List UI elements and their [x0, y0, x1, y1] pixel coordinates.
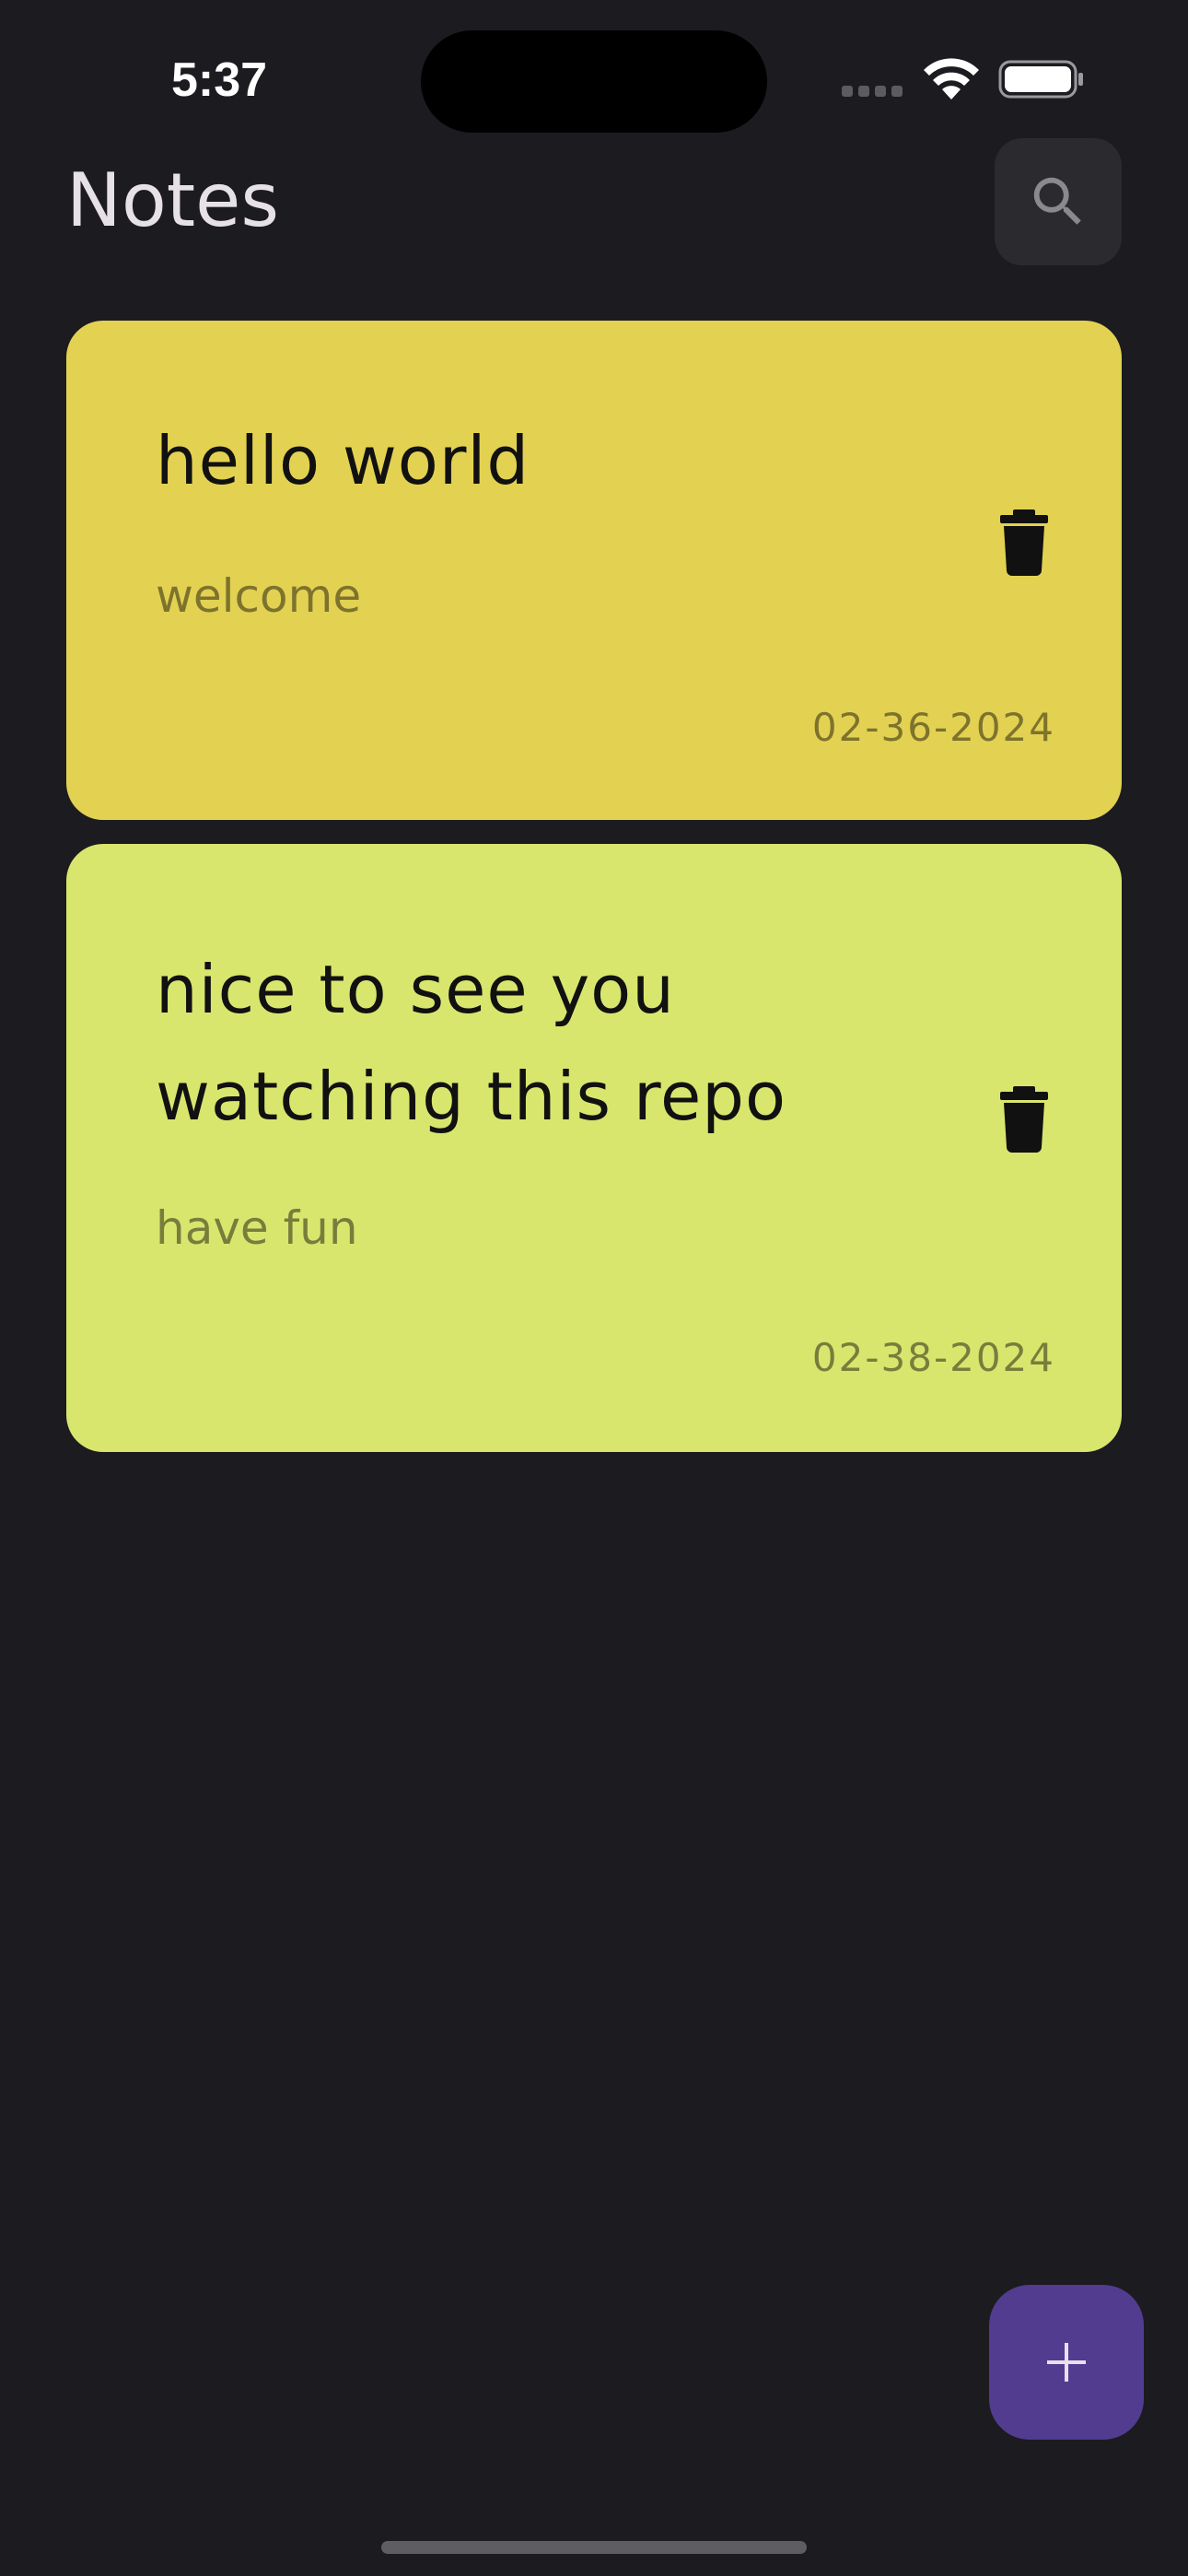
- search-button[interactable]: [995, 138, 1122, 265]
- add-note-button[interactable]: [989, 2285, 1144, 2440]
- note-title: nice to see you watching this repo: [156, 951, 787, 1135]
- note-subtitle: welcome: [156, 569, 362, 623]
- notes-screen: 5:37 Notes hello world welcome 02-36-202…: [0, 0, 1188, 2576]
- wifi-icon: [924, 58, 979, 100]
- status-time: 5:37: [171, 53, 268, 107]
- plus-icon: [1047, 2343, 1086, 2382]
- delete-note-button[interactable]: [983, 1078, 1066, 1161]
- note-date: 02-38-2024: [811, 1335, 1055, 1380]
- cellular-signal-icon: [842, 86, 904, 99]
- note-date: 02-36-2024: [811, 705, 1055, 750]
- search-icon: [1033, 177, 1081, 225]
- delete-note-button[interactable]: [983, 501, 1066, 584]
- note-title: hello world: [156, 422, 530, 499]
- note-card[interactable]: nice to see you watching this repo have …: [66, 844, 1122, 1452]
- note-subtitle: have fun: [156, 1201, 358, 1255]
- page-title: Notes: [66, 158, 280, 243]
- note-card[interactable]: hello world welcome 02-36-2024: [66, 321, 1122, 820]
- battery-icon: [998, 60, 1083, 99]
- trash-icon: [1000, 509, 1048, 576]
- trash-icon: [1000, 1086, 1048, 1153]
- dynamic-island: [421, 30, 767, 133]
- home-indicator[interactable]: [381, 2541, 807, 2554]
